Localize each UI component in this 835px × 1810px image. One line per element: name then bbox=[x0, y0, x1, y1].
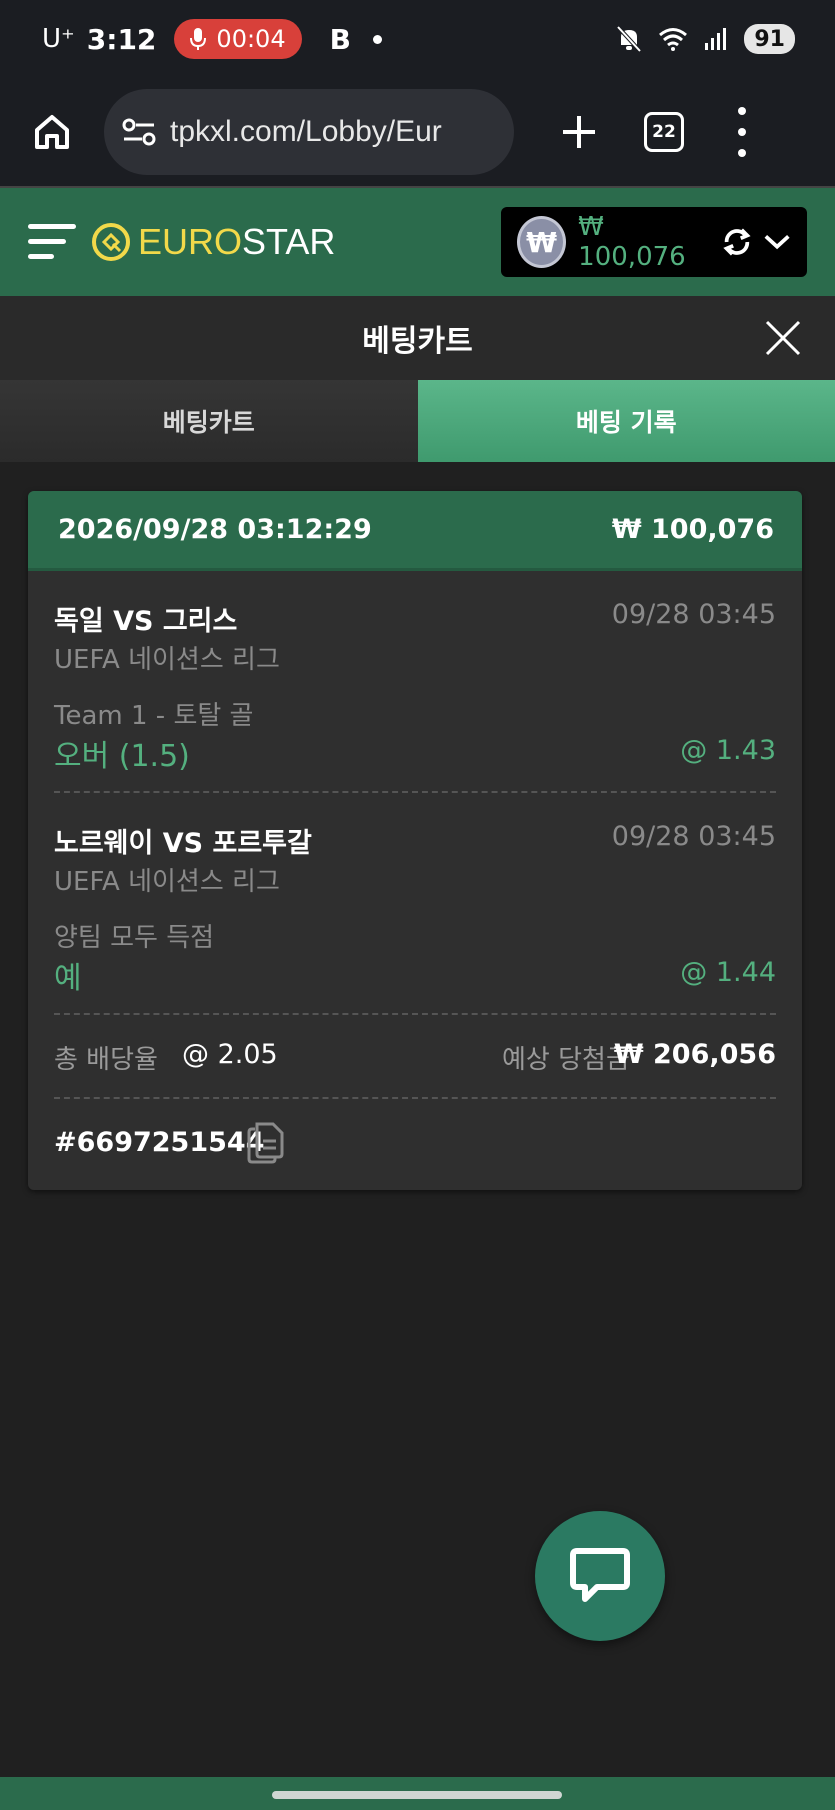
market-name: 양팀 모두 득점 bbox=[54, 923, 215, 953]
new-tab-button[interactable] bbox=[554, 107, 604, 157]
gesture-handle[interactable] bbox=[272, 1791, 562, 1799]
wallet-balance[interactable]: ₩ ₩ 100,076 bbox=[501, 207, 807, 277]
bet-card-header: 2026/09/28 03:12:29 ₩ 100,076 bbox=[28, 491, 802, 571]
tab-betcart[interactable]: 베팅카트 bbox=[0, 380, 418, 462]
total-odds: @ 2.05 bbox=[182, 1039, 278, 1070]
total-odds-label: 총 배당율 bbox=[54, 1045, 158, 1075]
betcart-tabs: 베팅카트 베팅 기록 bbox=[0, 380, 835, 462]
match-time: 09/28 03:45 bbox=[611, 599, 776, 630]
match-time: 09/28 03:45 bbox=[611, 821, 776, 852]
recording-time: 00:04 bbox=[216, 25, 286, 53]
site-settings-icon bbox=[122, 118, 156, 146]
bet-selection-2: 노르웨이 VS 포르투갈 09/28 03:45 UEFA 네이션스 리그 양팀… bbox=[28, 793, 802, 1015]
tab-switcher-button[interactable]: 22 bbox=[644, 112, 684, 152]
signal-icon bbox=[705, 28, 727, 50]
betcart-title: 베팅카트 bbox=[362, 324, 473, 359]
balance-amount: ₩ 100,076 bbox=[578, 212, 686, 272]
close-icon[interactable] bbox=[761, 316, 805, 360]
bottom-navigation-bar bbox=[0, 1777, 835, 1810]
bet-selection-1: 독일 VS 그리스 09/28 03:45 UEFA 네이션스 리그 Team … bbox=[28, 571, 802, 793]
expected-win-label: 예상 당첨금 bbox=[502, 1045, 630, 1075]
bet-pick: 예 bbox=[54, 961, 82, 996]
tab-bet-history[interactable]: 베팅 기록 bbox=[417, 380, 835, 462]
status-time: 3:12 bbox=[86, 22, 157, 56]
status-bar: U⁺ 3:12 00:04 B 91 bbox=[0, 0, 835, 78]
bet-pick: 오버 (1.5) bbox=[54, 739, 190, 774]
site-logo[interactable]: EUROSTAR bbox=[92, 221, 335, 263]
plus-icon bbox=[563, 116, 595, 148]
browser-toolbar: tpkxl.com/Lobby/Eur 22 bbox=[0, 78, 835, 188]
bet-stake: ₩ 100,076 bbox=[611, 514, 774, 545]
site-header: EUROSTAR ₩ ₩ 100,076 bbox=[0, 188, 835, 296]
home-icon bbox=[35, 115, 69, 149]
battery-indicator: 91 bbox=[744, 24, 795, 54]
hamburger-icon[interactable] bbox=[28, 220, 76, 264]
ticket-id: #6697251544 bbox=[54, 1127, 265, 1158]
more-vert-icon[interactable] bbox=[732, 107, 752, 157]
betcart-header: 베팅카트 bbox=[0, 296, 835, 380]
carrier-label: U⁺ bbox=[42, 24, 75, 54]
chat-icon bbox=[570, 1548, 630, 1602]
copy-icon[interactable] bbox=[246, 1121, 286, 1165]
home-button[interactable] bbox=[28, 108, 76, 156]
bet-date: 2026/09/28 03:12:29 bbox=[58, 514, 372, 545]
market-name: Team 1 - 토탈 골 bbox=[54, 701, 254, 731]
notification-dot bbox=[372, 34, 382, 44]
url-bar[interactable]: tpkxl.com/Lobby/Eur bbox=[104, 89, 514, 175]
url-text: tpkxl.com/Lobby/Eur bbox=[170, 115, 442, 148]
league-name: UEFA 네이션스 리그 bbox=[54, 867, 280, 897]
match-name: 노르웨이 VS 포르투갈 bbox=[54, 828, 312, 859]
app-badge-icon: B bbox=[329, 22, 351, 56]
expected-win-amount: ₩ 206,056 bbox=[613, 1039, 776, 1070]
won-coin-icon: ₩ bbox=[517, 216, 567, 268]
refresh-icon[interactable] bbox=[721, 225, 753, 259]
match-name: 독일 VS 그리스 bbox=[54, 606, 238, 637]
ticket-row: #6697251544 bbox=[28, 1099, 802, 1189]
logo-euro-text: EURO bbox=[138, 221, 243, 262]
recording-pill[interactable]: 00:04 bbox=[174, 19, 302, 59]
mic-icon bbox=[190, 28, 207, 50]
mute-icon bbox=[616, 25, 642, 53]
pick-odds: @ 1.44 bbox=[680, 957, 776, 988]
chevron-down-icon[interactable] bbox=[763, 232, 791, 252]
wifi-icon bbox=[659, 28, 688, 51]
bet-totals: 총 배당율 @ 2.05 예상 당첨금 ₩ 206,056 bbox=[28, 1015, 802, 1099]
bet-history-card: 2026/09/28 03:12:29 ₩ 100,076 독일 VS 그리스 … bbox=[28, 491, 802, 1190]
logo-mark-icon bbox=[92, 223, 130, 261]
pick-odds: @ 1.43 bbox=[680, 735, 776, 766]
chat-button[interactable] bbox=[535, 1511, 665, 1641]
league-name: UEFA 네이션스 리그 bbox=[54, 645, 280, 675]
logo-star-text: STAR bbox=[242, 221, 336, 262]
